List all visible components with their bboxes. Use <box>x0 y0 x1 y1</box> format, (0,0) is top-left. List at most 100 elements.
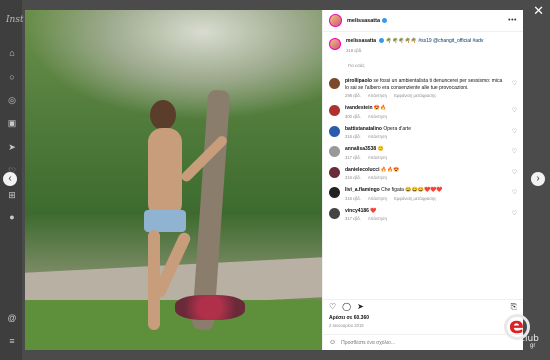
comment-item: annalisa3538 😊 317 εβδ. Απάντηση ♡ <box>329 146 517 160</box>
watermark-logo: e club gr <box>498 312 542 352</box>
explore-icon[interactable]: ◎ <box>7 95 17 105</box>
comment-avatar[interactable] <box>329 187 340 198</box>
comment-text: battistanatalino Opera d'arte <box>345 126 507 133</box>
comment-meta: 316 εβδ. Απάντηση <box>345 175 507 180</box>
comment-container: pirollipaolo se fossi un ambientalista t… <box>329 78 517 221</box>
comment-icon[interactable]: ◯ <box>342 302 351 311</box>
profile-icon[interactable]: ● <box>7 212 17 222</box>
comment-text: ivandestein 😍🔥 <box>345 105 507 112</box>
bookmark-icon[interactable]: ⎘ <box>511 302 517 312</box>
comment-like-icon[interactable]: ♡ <box>512 128 517 135</box>
comment-avatar[interactable] <box>329 146 340 157</box>
instagram-logo: Inst <box>6 15 24 25</box>
comment-time: 300 εβδ. <box>345 113 361 119</box>
comment-like-icon[interactable]: ♡ <box>512 189 517 196</box>
comment-meta: 316 εβδ. Απάντηση Εμφάνιση μετάφρασης <box>345 196 507 201</box>
comment-avatar[interactable] <box>329 125 340 137</box>
comment-like-icon[interactable]: ♡ <box>512 210 517 217</box>
comment-time: 317 εβδ. <box>345 216 361 221</box>
comment-meta: 300 εβδ. Απάντηση <box>345 114 507 119</box>
comment-username[interactable]: pirollipaolo <box>345 78 372 84</box>
reply-link[interactable]: Απάντηση <box>368 93 387 98</box>
comment-meta: 298 εβδ. Απάντηση Εμφάνιση μετάφρασης <box>345 93 507 98</box>
reply-link[interactable]: Απάντηση <box>368 155 387 160</box>
comments-list[interactable]: melissasatta 🌴🌴🌴🌴🌴 #ss19 @changit_offici… <box>323 32 523 299</box>
threads-icon[interactable]: @ <box>7 313 17 323</box>
for-you-link[interactable]: Για εσάς <box>348 63 517 68</box>
reply-link[interactable]: Απάντηση <box>368 175 387 180</box>
post-panel: melissasatta ••• melissasatta 🌴🌴🌴🌴🌴 #ss1… <box>322 10 523 350</box>
previous-post-button[interactable]: ‹ <box>3 172 17 186</box>
comment-input[interactable] <box>341 339 492 346</box>
home-icon[interactable]: ⌂ <box>7 48 17 58</box>
comment-item: livi_a.flamingo Che figata 😂😂😂❤️❤️❤️ 316… <box>329 187 517 201</box>
comment-like-icon[interactable]: ♡ <box>512 80 517 87</box>
comment-content: Opera d'arte <box>383 125 411 132</box>
comment-time: 298 εβδ. <box>345 93 361 98</box>
caption-time: 318 εβδ. <box>346 48 363 53</box>
likes-count[interactable]: Αρέσει σε 60.360 <box>323 313 523 321</box>
create-icon[interactable]: ⊞ <box>7 190 17 200</box>
post-username[interactable]: melissasatta <box>347 18 380 24</box>
search-icon[interactable]: ○ <box>7 72 17 82</box>
comment-username[interactable]: ivandestein <box>345 105 373 111</box>
reply-link[interactable]: Απάντηση <box>368 114 387 119</box>
caption-tags[interactable]: #ss19 @changit_official #adv <box>418 38 483 44</box>
see-translation-link[interactable]: Εμφάνιση μετάφρασης <box>394 93 436 98</box>
messages-icon[interactable]: ➤ <box>7 142 17 152</box>
comment-content: ❤️ <box>370 207 377 214</box>
comment-like-icon[interactable]: ♡ <box>512 148 517 155</box>
watermark-tld: gr <box>530 343 536 349</box>
caption-username[interactable]: melissasatta <box>346 38 376 44</box>
comment-item: vincy4186 ❤️ 317 εβδ. Απάντηση ♡ <box>329 207 517 221</box>
more-options-icon[interactable]: ••• <box>508 17 517 24</box>
post-modal: melissasatta ••• melissasatta 🌴🌴🌴🌴🌴 #ss1… <box>25 10 523 350</box>
reply-link[interactable]: Απάντηση <box>368 134 387 139</box>
emoji-icon[interactable]: ☺ <box>329 339 336 346</box>
comment-content: 😍🔥 <box>373 105 387 111</box>
post-photo <box>25 10 322 350</box>
next-post-button[interactable]: › <box>531 172 545 186</box>
reels-icon[interactable]: ▣ <box>7 118 17 128</box>
comment-content: 😊 <box>377 146 384 152</box>
comment-meta: 316 εβδ. Απάντηση <box>345 134 507 139</box>
comment-username[interactable]: battistanatalino <box>345 126 382 132</box>
comment-text: livi_a.flamingo Che figata 😂😂😂❤️❤️❤️ <box>345 187 507 194</box>
like-icon[interactable]: ♡ <box>329 302 336 311</box>
avatar[interactable] <box>329 14 342 27</box>
comment-avatar[interactable] <box>329 166 340 178</box>
menu-icon[interactable]: ≡ <box>7 336 17 346</box>
comment-like-icon[interactable]: ♡ <box>512 107 517 114</box>
comment-username[interactable]: livi_a.flamingo <box>345 187 380 193</box>
verified-badge-icon <box>379 38 385 44</box>
comment-text: vincy4186 ❤️ <box>345 208 507 215</box>
comment-like-icon[interactable]: ♡ <box>512 169 517 176</box>
caption: melissasatta 🌴🌴🌴🌴🌴 #ss19 @changit_offici… <box>329 38 517 53</box>
comment-content: 🔥🔥😍 <box>380 166 400 173</box>
reply-link[interactable]: Απάντηση <box>368 216 387 221</box>
comment-time: 316 εβδ. <box>345 134 361 139</box>
comment-avatar[interactable] <box>329 78 340 89</box>
reply-link[interactable]: Απάντηση <box>368 196 387 201</box>
comment-username[interactable]: annalisa3538 <box>345 146 376 152</box>
comment-item: pirollipaolo se fossi un ambientalista t… <box>329 78 517 98</box>
comment-time: 316 εβδ. <box>345 195 361 201</box>
comment-text: danielecolucci 🔥🔥😍 <box>345 167 507 174</box>
action-bar: ♡ ◯ ➤ ⎘ <box>323 299 523 313</box>
add-comment-bar: ☺ <box>323 334 523 350</box>
comment-time: 317 εβδ. <box>345 154 361 160</box>
share-icon[interactable]: ➤ <box>357 302 364 311</box>
comment-avatar[interactable] <box>329 207 340 219</box>
comment-username[interactable]: vincy4186 <box>345 208 369 214</box>
comment-avatar[interactable] <box>329 105 340 116</box>
comment-username[interactable]: danielecolucci <box>345 167 379 173</box>
photo-person <box>130 80 229 340</box>
comment-content: Che figata 😂😂😂❤️❤️❤️ <box>381 187 443 193</box>
see-translation-link[interactable]: Εμφάνιση μετάφρασης <box>394 196 436 201</box>
comment-item: ivandestein 😍🔥 300 εβδ. Απάντηση ♡ <box>329 105 517 119</box>
caption-avatar[interactable] <box>329 38 341 50</box>
comment-text: annalisa3538 😊 <box>345 146 507 153</box>
caption-emojis: 🌴🌴🌴🌴🌴 <box>385 38 417 44</box>
comment-item: danielecolucci 🔥🔥😍 316 εβδ. Απάντηση ♡ <box>329 166 517 180</box>
close-icon[interactable]: ✕ <box>533 3 544 19</box>
